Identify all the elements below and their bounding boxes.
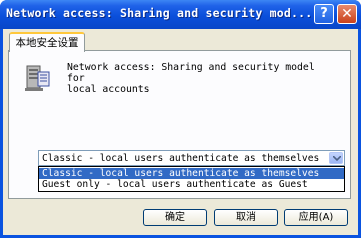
close-button[interactable]: ✕ xyxy=(337,4,357,24)
apply-button[interactable]: 应用(A) xyxy=(284,209,348,226)
security-model-select[interactable]: Classic - local users authenticate as th… xyxy=(38,150,345,166)
policy-description: Network access: Sharing and security mod… xyxy=(67,62,315,95)
select-value: Classic - local users authenticate as th… xyxy=(42,153,320,164)
tab-local-security-setting[interactable]: 本地安全设置 xyxy=(9,32,85,52)
ok-button[interactable]: 确定 xyxy=(143,209,207,226)
dialog-window: Network access: Sharing and security mod… xyxy=(0,0,361,238)
title-bar[interactable]: Network access: Sharing and security mod… xyxy=(0,0,361,29)
policy-server-icon xyxy=(24,62,52,92)
window-title: Network access: Sharing and security mod… xyxy=(6,6,313,20)
tab-panel: Network access: Sharing and security mod… xyxy=(8,50,351,199)
dialog-body: 本地安全设置 Network access: Sharing and secur… xyxy=(3,29,358,235)
dropdown-list: Classic - local users authenticate as th… xyxy=(38,166,345,192)
option-guest-only[interactable]: Guest only - local users authenticate as… xyxy=(39,179,344,190)
option-classic[interactable]: Classic - local users authenticate as th… xyxy=(39,168,344,179)
dropdown-arrow-icon[interactable] xyxy=(329,152,343,164)
help-button[interactable]: ? xyxy=(314,4,334,24)
cancel-button[interactable]: 取消 xyxy=(214,209,278,226)
